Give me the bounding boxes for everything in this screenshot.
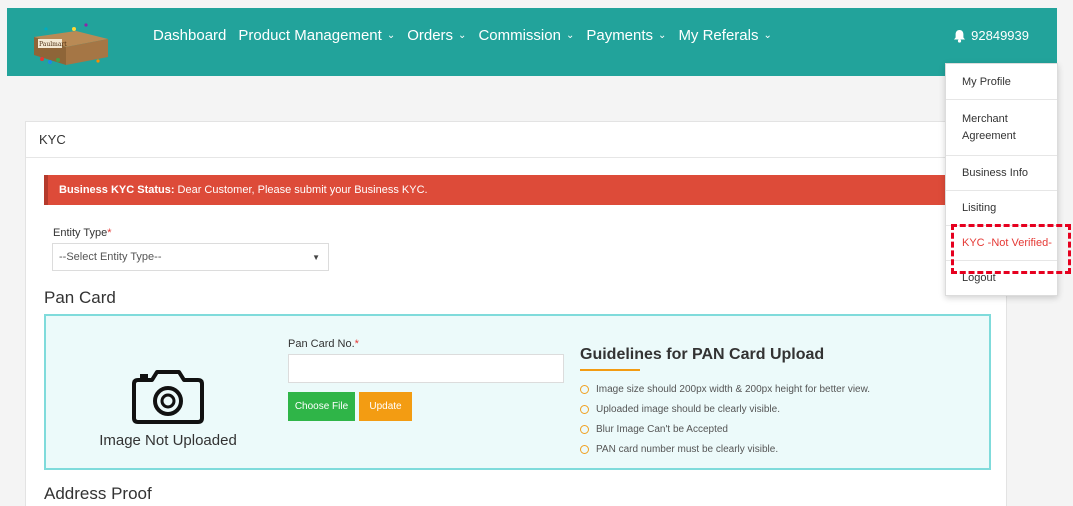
main-nav: Dashboard Product Management ⌄ Orders ⌄ Co… <box>153 8 784 63</box>
guideline-item: Image size should 200px width & 200px he… <box>580 379 960 399</box>
bell-icon <box>954 29 966 43</box>
menu-my-profile[interactable]: My Profile <box>946 64 1057 100</box>
top-navbar: Paulmart Dashboard Product Management ⌄ O… <box>7 8 1057 76</box>
alert-label: Business KYC Status: <box>59 184 175 196</box>
circle-bullet-icon <box>580 384 589 394</box>
image-placeholder: Image Not Uploaded <box>88 370 248 449</box>
pan-number-input[interactable] <box>288 354 564 383</box>
update-button[interactable]: Update <box>359 392 412 421</box>
nav-commission[interactable]: Commission ⌄ <box>478 27 574 44</box>
pan-card-box: Image Not Uploaded Pan Card No.* Choose … <box>44 314 991 470</box>
alert-text: Dear Customer, Please submit your Busine… <box>177 184 428 196</box>
guideline-item: Blur Image Can't be Accepted <box>580 419 960 439</box>
pan-card-heading: Pan Card <box>44 288 116 307</box>
pan-guidelines: Guidelines for PAN Card Upload Image siz… <box>580 346 960 459</box>
circle-bullet-icon <box>580 424 589 434</box>
chevron-down-icon: ⌄ <box>763 30 772 41</box>
circle-bullet-icon <box>580 404 589 414</box>
kyc-status-alert: Business KYC Status: Dear Customer, Plea… <box>44 175 964 205</box>
kyc-panel: KYC Business KYC Status: Dear Customer, … <box>25 121 1007 506</box>
entity-type-label: Entity Type* <box>53 227 112 239</box>
caret-down-icon: ▼ <box>312 253 320 262</box>
camera-icon <box>132 370 204 424</box>
user-id: 92849939 <box>971 28 1029 43</box>
pan-number-label: Pan Card No.* <box>288 338 359 350</box>
user-menu-toggle[interactable]: 92849939 <box>953 8 1029 63</box>
nav-dashboard[interactable]: Dashboard <box>153 27 226 44</box>
chevron-down-icon: ⌄ <box>565 30 575 41</box>
guideline-item: Uploaded image should be clearly visible… <box>580 399 960 419</box>
nav-product-management[interactable]: Product Management ⌄ <box>238 27 395 44</box>
menu-kyc-status[interactable]: KYC -Not Verified- <box>946 226 1057 261</box>
menu-merchant-agreement[interactable]: Merchant Agreement <box>946 100 1057 156</box>
svg-text:Paulmart: Paulmart <box>39 41 67 48</box>
circle-bullet-icon <box>580 444 589 454</box>
chevron-down-icon: ⌄ <box>658 30 667 41</box>
guidelines-title: Guidelines for PAN Card Upload <box>580 346 825 363</box>
guidelines-list: Image size should 200px width & 200px he… <box>580 379 960 459</box>
panel-title: KYC <box>26 122 1006 158</box>
logo[interactable]: Paulmart <box>28 17 112 69</box>
entity-type-select[interactable]: --Select Entity Type-- ▼ <box>52 243 329 271</box>
menu-business-info[interactable]: Business Info <box>946 156 1057 191</box>
chevron-down-icon: ⌄ <box>458 30 467 41</box>
choose-file-button[interactable]: Choose File <box>288 392 355 421</box>
chevron-down-icon: ⌄ <box>386 30 396 41</box>
guideline-item: PAN card number must be clearly visible. <box>580 439 960 459</box>
guidelines-underline <box>580 369 640 371</box>
address-proof-heading: Address Proof <box>44 484 152 503</box>
nav-orders[interactable]: Orders ⌄ <box>407 27 466 44</box>
menu-logout[interactable]: Logout <box>946 261 1057 295</box>
menu-listing[interactable]: Lisiting <box>946 191 1057 226</box>
nav-payments[interactable]: Payments ⌄ <box>586 27 666 44</box>
user-dropdown-menu: My Profile Merchant Agreement Business I… <box>945 63 1058 296</box>
image-caption: Image Not Uploaded <box>99 432 237 449</box>
nav-my-referals[interactable]: My Referals ⌄ <box>678 27 771 44</box>
